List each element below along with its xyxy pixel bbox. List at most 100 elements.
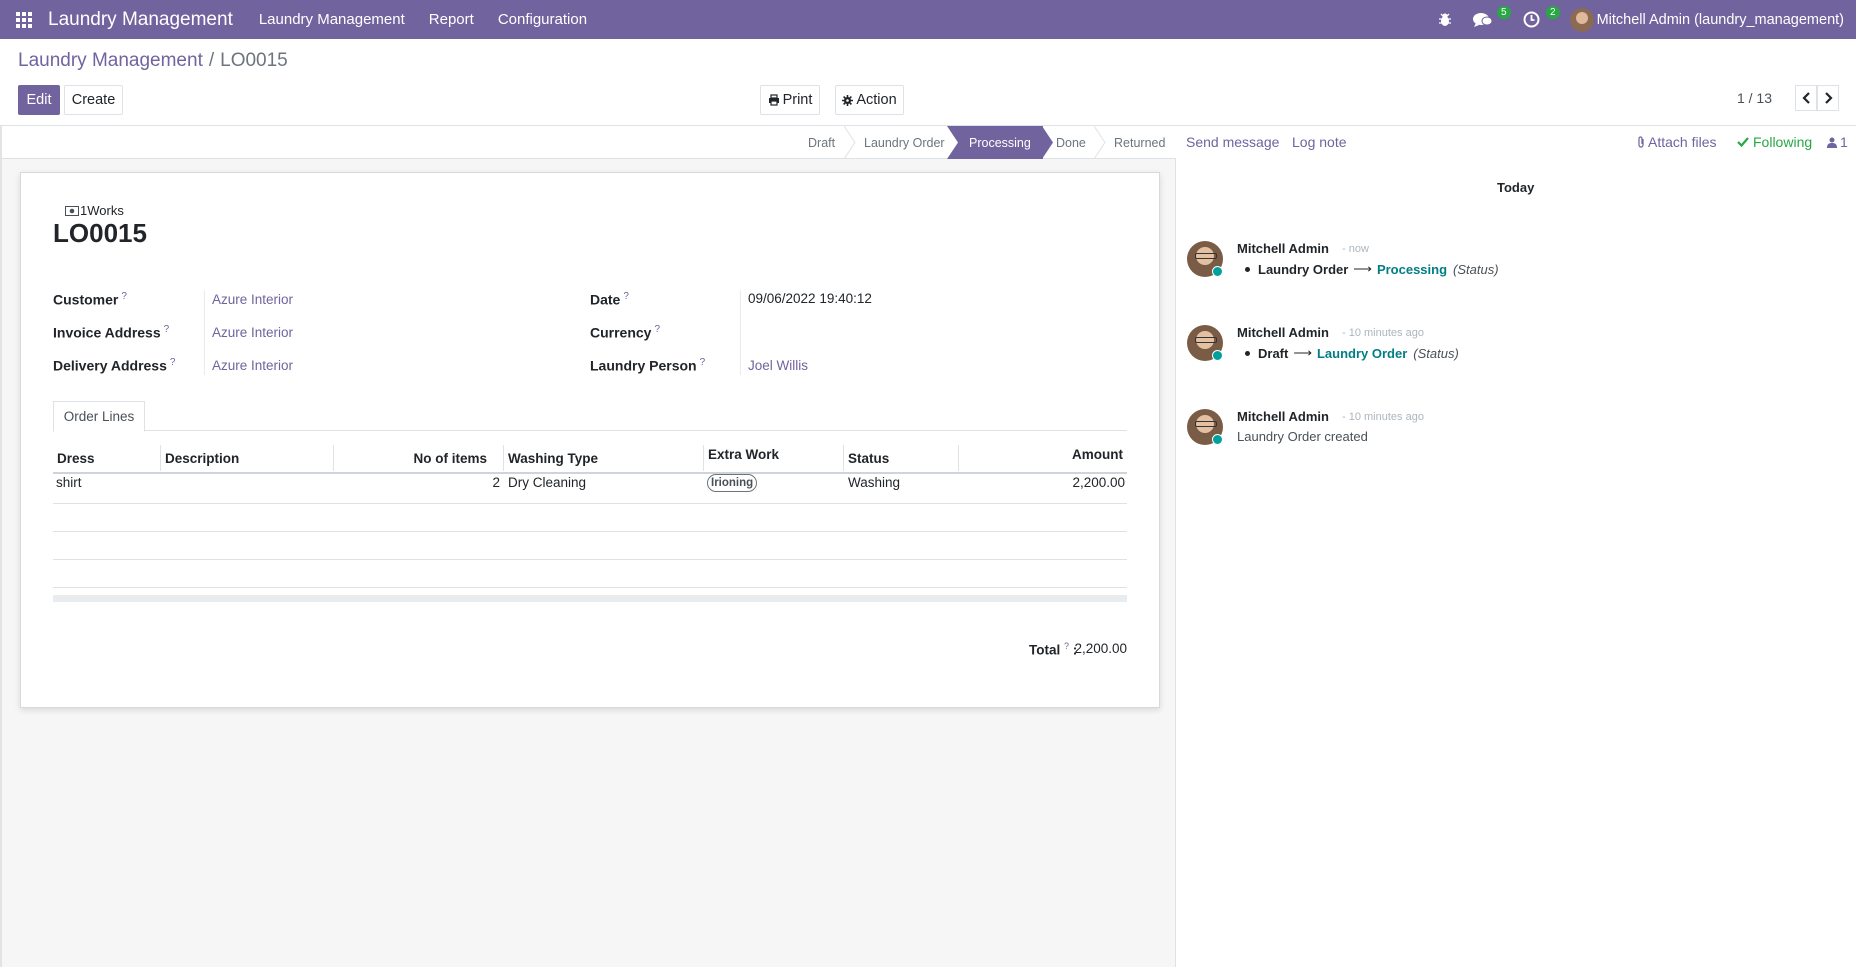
old-value: Laundry Order: [1258, 261, 1349, 277]
cell-extra-work: Irioning: [707, 474, 758, 492]
pager-value[interactable]: 1 / 13: [1737, 90, 1772, 106]
column-header-extra-work[interactable]: Extra Work: [704, 445, 844, 471]
new-value: Processing: [1376, 261, 1448, 277]
stage-arrow-right: [1042, 126, 1053, 159]
log-note-button[interactable]: Log note: [1292, 134, 1347, 150]
currency-label: Currency?: [590, 324, 661, 341]
customer-field[interactable]: Azure Interior: [212, 292, 293, 307]
following-button[interactable]: Following: [1737, 134, 1812, 150]
table-header-border: [53, 472, 1127, 474]
column-header-amount[interactable]: Amount: [959, 445, 1127, 471]
field-divider: [204, 290, 205, 375]
edit-button[interactable]: Edit: [18, 85, 60, 115]
user-avatar: [1569, 7, 1594, 32]
help-icon[interactable]: ?: [623, 291, 629, 302]
stage-processing[interactable]: Processing: [947, 126, 1043, 159]
date-field[interactable]: 09/06/2022 19:40:12: [748, 291, 872, 306]
attach-files-button[interactable]: Attach files: [1637, 134, 1716, 150]
message-author[interactable]: Mitchell Admin: [1237, 409, 1329, 424]
apps-menu-icon[interactable]: [0, 0, 48, 39]
activities-systray[interactable]: 2: [1513, 0, 1562, 39]
chevron-left-icon: [1801, 92, 1810, 104]
user-menu[interactable]: Mitchell Admin (laundry_management): [1562, 7, 1856, 32]
column-header-no-of-items[interactable]: No of items: [334, 445, 504, 471]
total-label: Total ? :: [1029, 641, 1078, 658]
delivery-address-label: Delivery Address?: [53, 357, 176, 374]
invoice-address-label: Invoice Address?: [53, 324, 170, 341]
message-time: - 10 minutes ago: [1342, 327, 1424, 339]
help-icon[interactable]: ?: [164, 324, 170, 335]
arrow-right-icon: ⟶: [1293, 345, 1312, 360]
breadcrumb-parent[interactable]: Laundry Management: [18, 50, 203, 71]
date-separator: Today: [1497, 180, 1535, 195]
record-title: LO0015: [53, 218, 147, 248]
invoice-address-field[interactable]: Azure Interior: [212, 325, 293, 340]
cell-washing-type: Dry Cleaning: [508, 475, 587, 490]
message-body: Laundry Order created: [1237, 429, 1368, 444]
cell-no-of-items: 2: [492, 475, 500, 490]
followers-button[interactable]: 1: [1827, 134, 1848, 150]
pager-previous-button[interactable]: [1795, 85, 1817, 111]
top-navbar: Laundry Management Laundry Management Re…: [0, 0, 1856, 39]
help-icon[interactable]: ?: [170, 357, 176, 368]
app-brand[interactable]: Laundry Management: [48, 9, 233, 31]
new-value: Laundry Order: [1316, 345, 1408, 361]
table-footer: [53, 595, 1127, 602]
pager-next-button[interactable]: [1817, 85, 1839, 111]
stage-arrow-left: [947, 126, 958, 159]
money-icon: [65, 205, 79, 216]
delivery-address-field[interactable]: Azure Interior: [212, 358, 293, 373]
column-header-description[interactable]: Description: [161, 445, 334, 471]
action-label: Action: [856, 92, 897, 108]
stage-divider: [844, 126, 856, 159]
row-border: [53, 587, 1127, 588]
notebook-tabs: Order Lines: [53, 401, 1127, 432]
cell-status: Washing: [848, 475, 901, 490]
print-label: Print: [782, 92, 813, 108]
field-divider: [740, 290, 741, 375]
message-author[interactable]: Mitchell Admin: [1237, 325, 1329, 340]
create-button[interactable]: Create: [64, 85, 123, 115]
column-header-dress[interactable]: Dress: [53, 445, 161, 471]
help-icon[interactable]: ?: [700, 357, 706, 368]
stage-laundry-order[interactable]: Laundry Order: [856, 126, 948, 159]
user-name: Mitchell Admin (laundry_management): [1596, 11, 1844, 28]
online-status-icon: [1212, 350, 1223, 361]
menu-configuration[interactable]: Configuration: [498, 11, 587, 28]
message-time: - now: [1342, 243, 1369, 255]
help-icon[interactable]: ?: [121, 291, 127, 302]
date-label: Date?: [590, 291, 629, 308]
printer-icon: [768, 94, 779, 106]
send-message-button[interactable]: Send message: [1186, 134, 1279, 150]
status-bar: Draft Laundry Order Processing Done Retu…: [2, 126, 1176, 159]
paperclip-icon: [1638, 136, 1644, 148]
extra-work-tag: Irioning: [707, 474, 758, 492]
clock-icon: [1523, 11, 1540, 28]
message-author[interactable]: Mitchell Admin: [1237, 241, 1329, 256]
print-button[interactable]: Print: [760, 85, 820, 115]
messages-systray[interactable]: 5: [1463, 0, 1513, 39]
online-status-icon: [1212, 266, 1223, 277]
works-stat-button[interactable]: 1Works: [65, 203, 124, 218]
tab-order-lines[interactable]: Order Lines: [53, 401, 145, 432]
row-border: [53, 503, 1127, 504]
menu-report[interactable]: Report: [429, 11, 474, 28]
laundry-person-field[interactable]: Joel Willis: [748, 358, 808, 373]
breadcrumb-current: LO0015: [220, 50, 288, 71]
check-icon: [1737, 137, 1749, 147]
control-panel: Laundry Management / LO0015 Edit Create Pr…: [0, 39, 1856, 126]
menu-laundry-management[interactable]: Laundry Management: [259, 11, 405, 28]
column-header-washing-type[interactable]: Washing Type: [504, 445, 704, 471]
stage-returned[interactable]: Returned: [1112, 126, 1172, 159]
stage-divider: [1094, 126, 1106, 159]
works-stat-label: 1Works: [80, 203, 124, 218]
column-header-status[interactable]: Status: [844, 445, 959, 471]
tracking-value: Draft ⟶ Laundry Order (Status): [1237, 345, 1459, 361]
cell-dress: shirt: [56, 475, 82, 490]
debug-bug-icon[interactable]: [1427, 0, 1463, 39]
breadcrumb-separator: /: [208, 50, 215, 71]
help-icon[interactable]: ?: [654, 324, 660, 335]
action-button[interactable]: Action: [835, 85, 904, 115]
help-icon[interactable]: ?: [1064, 641, 1069, 651]
stage-draft[interactable]: Draft: [788, 126, 846, 159]
